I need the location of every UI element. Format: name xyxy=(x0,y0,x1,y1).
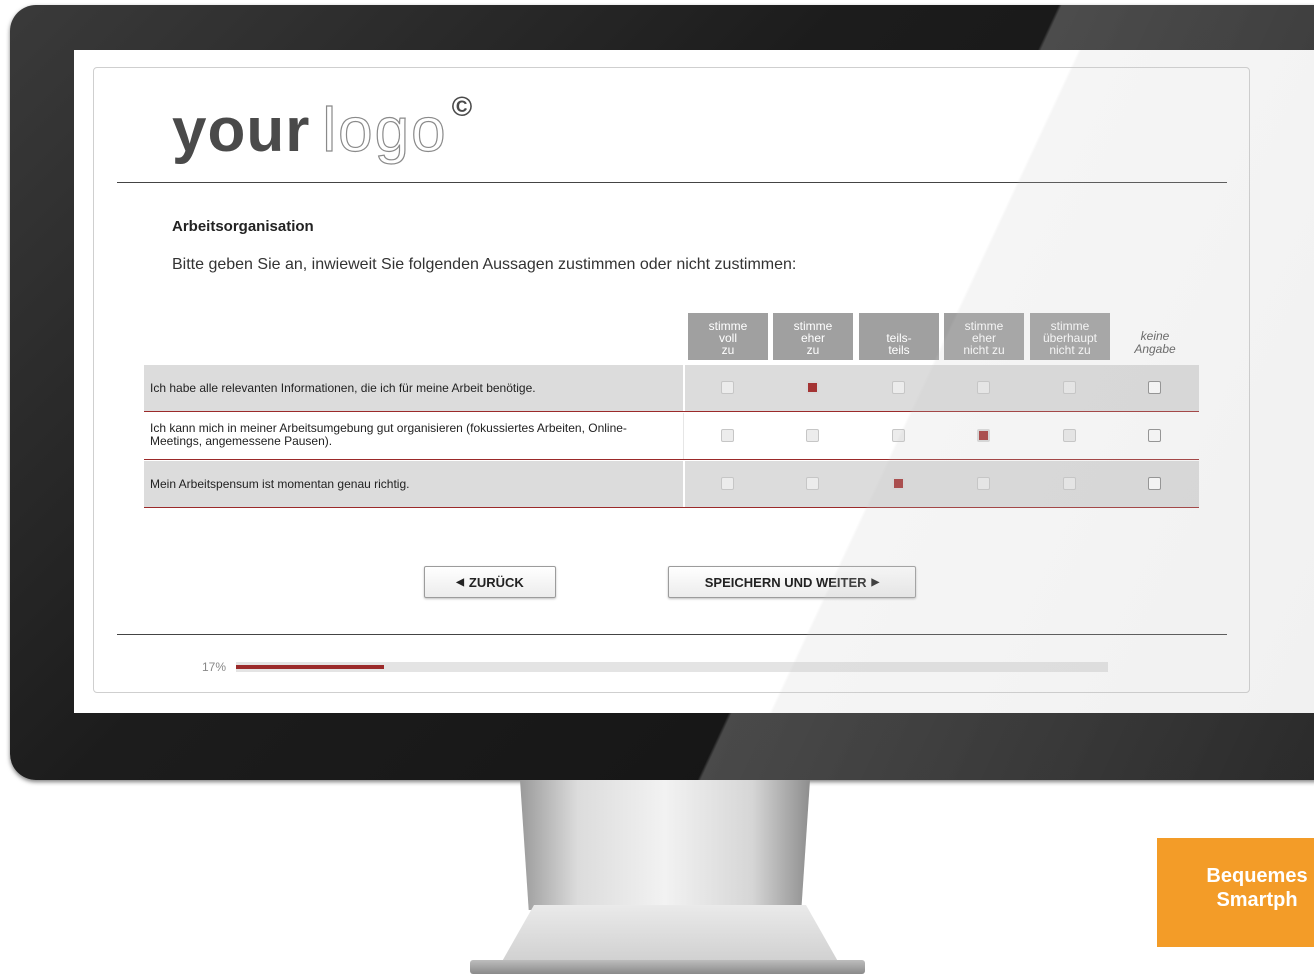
answer-1-none-checkbox[interactable] xyxy=(1148,381,1161,394)
logo-copyright-mark: © xyxy=(451,91,473,122)
answer-3-5-checkbox[interactable] xyxy=(1063,477,1076,490)
footer-divider xyxy=(117,634,1227,635)
question-row-1: Ich habe alle relevanten Informationen, … xyxy=(144,365,1199,412)
answer-2-5-checkbox[interactable] xyxy=(1063,429,1076,442)
promo-badge-line-2: Smartph xyxy=(1216,889,1298,911)
back-button[interactable]: ◀ ZURÜCK xyxy=(424,566,556,598)
save-and-continue-label: SPEICHERN UND WEITER xyxy=(704,574,867,590)
company-logo: your logo © xyxy=(172,87,472,167)
header-divider xyxy=(117,182,1227,183)
question-row-2: Ich kann mich in meiner Arbeitsumgebung … xyxy=(144,413,1199,460)
answer-1-2-checkbox[interactable] xyxy=(806,381,819,394)
answer-2-none-checkbox[interactable] xyxy=(1148,429,1161,442)
question-row-3: Mein Arbeitspensum ist momentan genau ri… xyxy=(144,461,1199,508)
answer-1-4-checkbox[interactable] xyxy=(977,381,990,394)
triangle-right-icon: ▶ xyxy=(871,576,880,588)
back-button-label: ZURÜCK xyxy=(468,574,524,590)
question-text-1: Ich habe alle relevanten Informationen, … xyxy=(150,381,536,395)
answer-1-1-checkbox[interactable] xyxy=(721,381,734,394)
progress-bar xyxy=(236,662,1108,672)
answer-3-4-checkbox[interactable] xyxy=(977,477,990,490)
logo-text-logo: logo xyxy=(322,95,448,165)
answer-1-5-checkbox[interactable] xyxy=(1063,381,1076,394)
answer-2-2-checkbox[interactable] xyxy=(806,429,819,442)
answer-2-1-checkbox[interactable] xyxy=(721,429,734,442)
answer-2-4-checkbox[interactable] xyxy=(977,429,990,442)
promo-badge-line-1: Bequemes xyxy=(1206,865,1308,887)
question-text-2: Ich kann mich in meiner Arbeitsumgebung … xyxy=(150,421,627,448)
scale-header-4: stimme eher nicht zu xyxy=(944,313,1024,360)
answer-3-none-checkbox[interactable] xyxy=(1148,477,1161,490)
question-text-3: Mein Arbeitspensum ist momentan genau ri… xyxy=(150,477,410,491)
survey-page: your logo © Arbeitsorganisation Bitte ge… xyxy=(93,67,1250,693)
progress-bar-fill xyxy=(236,665,385,669)
save-and-continue-button[interactable]: SPEICHERN UND WEITER ▶ xyxy=(668,566,916,598)
promo-badge: Bequemes Smartph xyxy=(1157,838,1314,947)
monitor-foot xyxy=(470,960,865,974)
row-separator xyxy=(683,413,684,459)
scale-header-no-answer: keine Angabe xyxy=(1134,329,1176,356)
logo-text-your: your xyxy=(172,96,311,165)
answer-3-3-checkbox[interactable] xyxy=(892,477,905,490)
triangle-left-icon: ◀ xyxy=(456,576,464,588)
monitor-stand-base xyxy=(500,905,840,965)
scale-header-3: teils-teils xyxy=(859,313,939,360)
question-instruction: Bitte geben Sie an, inwieweit Sie folgen… xyxy=(172,256,797,273)
scale-header-2: stimme eher zu xyxy=(773,313,853,360)
answer-3-1-checkbox[interactable] xyxy=(721,477,734,490)
answer-1-3-checkbox[interactable] xyxy=(892,381,905,394)
progress-percent: 17% xyxy=(202,660,227,674)
section-title: Arbeitsorganisation xyxy=(172,218,314,235)
row-separator xyxy=(683,365,685,411)
answer-2-3-checkbox[interactable] xyxy=(892,429,905,442)
scale-header-5: stimme überhaupt nicht zu xyxy=(1030,313,1110,360)
answer-3-2-checkbox[interactable] xyxy=(806,477,819,490)
monitor-stand xyxy=(520,780,810,910)
row-separator xyxy=(683,461,685,507)
scale-header-1: stimme voll zu xyxy=(688,313,768,360)
